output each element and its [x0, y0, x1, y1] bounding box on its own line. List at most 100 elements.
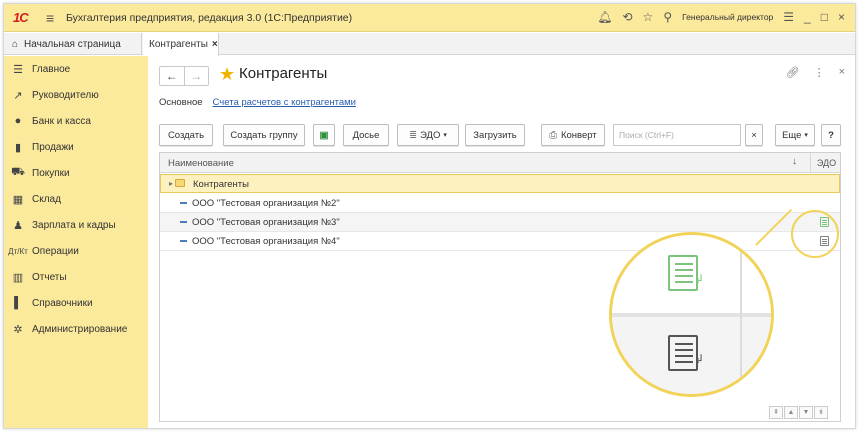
envelope-button[interactable]: ⎙ Конверт	[541, 124, 605, 146]
sidebar-item-label: Справочники	[32, 297, 93, 309]
load-button-label: Загрузить	[473, 129, 517, 141]
form-close-icon[interactable]: ×	[839, 66, 845, 79]
page-up-button[interactable]: ▲	[784, 406, 798, 419]
forward-button[interactable]: →	[183, 67, 209, 85]
search-input[interactable]: Поиск (Ctrl+F)	[613, 124, 741, 146]
title-bar-tools: 🔔︎ ⟲ ☆ ⚲ Генеральный директор ☰ _ □ ×	[597, 10, 845, 24]
sidebar-item-label: Администрирование	[32, 323, 128, 335]
maximize-icon[interactable]: □	[821, 10, 828, 24]
nav-arrows: ← →	[159, 66, 209, 86]
minimize-icon[interactable]: _	[804, 10, 811, 24]
app-title: Бухгалтерия предприятия, редакция 3.0 (1…	[66, 12, 353, 24]
highlight-ring	[791, 210, 839, 258]
search-clear-button[interactable]: ×	[745, 124, 763, 146]
toolbar: Создать Создать группу ▣ Досье ≣ ЭДО ▾ Заг…	[159, 124, 849, 146]
warehouse-icon: ▦	[12, 193, 24, 206]
sidebar-item-reports[interactable]: ▥ Отчеты	[4, 264, 148, 290]
help-button[interactable]: ?	[821, 124, 841, 146]
page-last-button[interactable]: ⇟	[814, 406, 828, 419]
close-icon[interactable]: ×	[838, 10, 845, 24]
sidebar-item-admin[interactable]: ✲ Администрирование	[4, 316, 148, 342]
favorites-star-icon[interactable]: ☆	[643, 10, 654, 24]
favorite-star-icon[interactable]: ★	[219, 64, 235, 85]
edo-button-label: ЭДО	[420, 129, 441, 141]
item-marker-icon	[180, 221, 187, 223]
table-row-folder[interactable]: ▸ Контрагенты	[160, 174, 840, 193]
sidebar-item-sales[interactable]: ▮ Продажи	[4, 134, 148, 160]
table-row[interactable]: ООО "Тестовая организация №2"	[160, 194, 840, 213]
create-group-button-label: Создать группу	[230, 129, 298, 141]
tab-bar: ⌂ Начальная страница Контрагенты ×	[4, 33, 855, 56]
dossier-button-label: Досье	[352, 129, 380, 141]
envelope-button-label: Конверт	[560, 129, 597, 141]
create-group-button[interactable]: Создать группу	[223, 124, 305, 146]
more-vertical-icon[interactable]: ⋮	[814, 66, 825, 79]
main-menu-icon[interactable]: ≡	[46, 10, 54, 26]
tab-counterparties-label: Контрагенты	[149, 39, 208, 50]
sidebar-item-label: Операции	[32, 245, 79, 257]
tab-close-icon[interactable]: ×	[212, 39, 218, 50]
sidebar-item-bank[interactable]: ● Банк и касса	[4, 108, 148, 134]
help-button-label: ?	[828, 129, 834, 141]
dossier-button[interactable]: Досье	[343, 124, 389, 146]
sidebar-item-label: Главное	[32, 63, 71, 75]
chevron-down-icon: ▾	[804, 132, 808, 139]
bell-icon[interactable]: 🔔︎	[597, 10, 612, 24]
row-name: ООО "Тестовая организация №3"	[192, 217, 340, 228]
more-button[interactable]: Еще ▾	[775, 124, 815, 146]
column-name-header[interactable]: Наименование	[168, 158, 234, 169]
row-name: ООО "Тестовая организация №4"	[192, 236, 340, 247]
sidebar-item-purchases[interactable]: ⛟ Покупки	[4, 160, 148, 186]
create-button[interactable]: Создать	[159, 124, 213, 146]
trend-icon: ↗	[13, 89, 23, 102]
excel-icon: ▣	[319, 129, 329, 141]
coin-icon: ●	[14, 115, 22, 127]
tab-counterparties[interactable]: Контрагенты ×	[143, 33, 219, 56]
bag-icon: ▮	[14, 141, 22, 154]
menu-lines-icon: ☰	[13, 63, 23, 76]
app-logo[interactable]: 1С	[13, 10, 29, 25]
book-icon: ▌	[14, 297, 22, 309]
search-icon[interactable]: ⚲	[663, 10, 672, 24]
more-button-label: Еще	[782, 129, 802, 141]
folder-icon	[175, 179, 185, 187]
tab-home[interactable]: ⌂ Начальная страница	[4, 33, 142, 55]
page-down-button[interactable]: ▼	[799, 406, 813, 419]
app-window: 1С ≡ Бухгалтерия предприятия, редакция 3…	[3, 3, 856, 429]
sidebar-item-operations[interactable]: Дт/Кт Операции	[4, 238, 148, 264]
settings-menu-icon[interactable]: ☰	[783, 10, 794, 24]
sort-arrow-icon[interactable]: ↓	[792, 156, 797, 167]
sidebar-item-label: Отчеты	[32, 271, 67, 283]
sidebar-item-manager[interactable]: ↗ Руководителю	[4, 82, 148, 108]
app-logo-text: 1С	[13, 10, 29, 25]
link-main[interactable]: Основное	[159, 97, 203, 108]
printer-icon: ⎙	[549, 129, 557, 141]
excel-button[interactable]: ▣	[313, 124, 335, 146]
sidebar-item-main[interactable]: ☰ Главное	[4, 56, 148, 82]
back-button[interactable]: ←	[160, 67, 184, 85]
load-button[interactable]: Загрузить	[465, 124, 525, 146]
edo-not-connected-large-icon: ↲	[668, 335, 704, 371]
title-bar: 1С ≡ Бухгалтерия предприятия, редакция 3…	[4, 4, 855, 32]
table-pager: ⇞ ▲ ▼ ⇟	[769, 406, 828, 419]
item-marker-icon	[180, 240, 187, 242]
page-title: Контрагенты	[239, 65, 328, 82]
sidebar-item-label: Зарплата и кадры	[32, 219, 116, 231]
operations-icon: Дт/Кт	[8, 246, 28, 256]
current-user[interactable]: Генеральный директор	[682, 12, 773, 22]
link-icon[interactable]: 🔗︎	[786, 66, 800, 79]
sidebar-item-salary[interactable]: ♟ Зарплата и кадры	[4, 212, 148, 238]
search-clear-icon: ×	[751, 129, 757, 141]
history-icon[interactable]: ⟲	[622, 10, 632, 24]
sidebar-item-label: Склад	[32, 193, 61, 205]
edo-icons-zoom-callout: ↲ ↲	[609, 232, 774, 397]
sidebar-item-catalogs[interactable]: ▌ Справочники	[4, 290, 148, 316]
expand-caret-icon[interactable]: ▸	[169, 179, 173, 188]
sidebar-item-warehouse[interactable]: ▦ Склад	[4, 186, 148, 212]
edo-button[interactable]: ≣ ЭДО ▾	[397, 124, 459, 146]
page-first-button[interactable]: ⇞	[769, 406, 783, 419]
zoom-top-panel: ↲	[612, 235, 771, 313]
link-settlement-accounts[interactable]: Счета расчетов с контрагентами	[213, 97, 356, 108]
table-row[interactable]: ООО "Тестовая организация №3"	[160, 213, 840, 232]
column-edo-header[interactable]: ЭДО	[810, 153, 842, 173]
